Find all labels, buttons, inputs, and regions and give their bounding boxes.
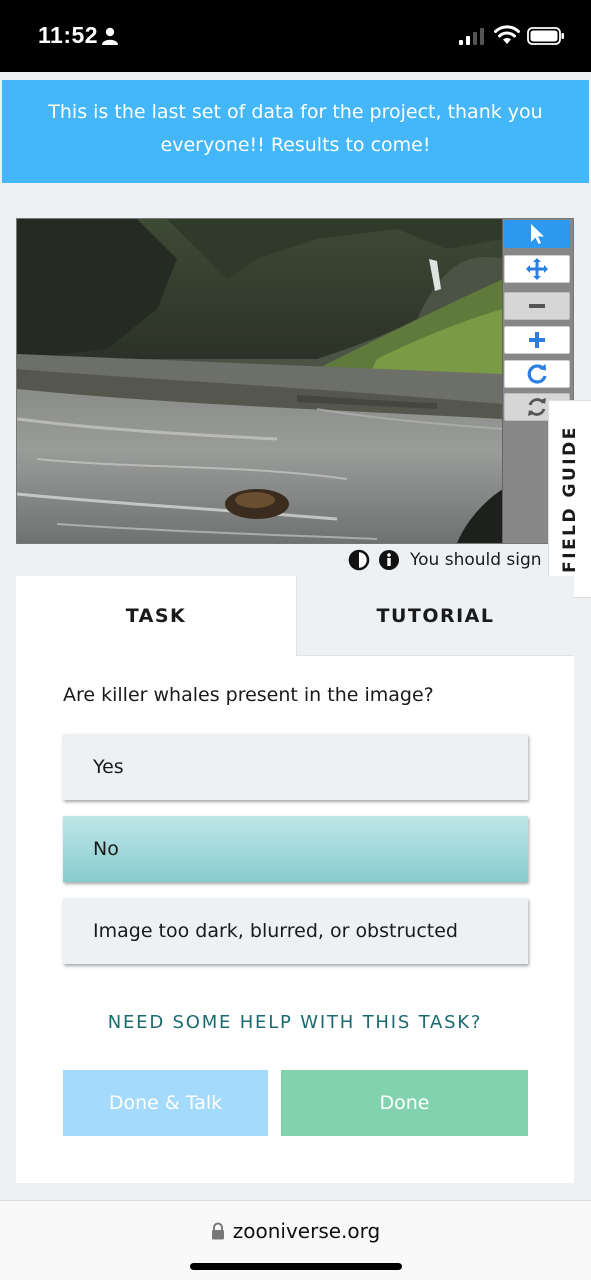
- tab-tutorial[interactable]: TUTORIAL: [296, 576, 574, 656]
- url-field[interactable]: zooniverse.org: [0, 1219, 591, 1243]
- tab-task[interactable]: TASK: [16, 576, 296, 656]
- browser-url-bar: zooniverse.org: [0, 1200, 591, 1280]
- wifi-icon: [494, 25, 520, 44]
- zoom-out-button[interactable]: [504, 292, 570, 320]
- sign-in-notice[interactable]: You should sign: [410, 550, 542, 570]
- task-question: Are killer whales present in the image?: [63, 684, 434, 706]
- zoom-in-button[interactable]: [504, 326, 570, 354]
- answer-obstructed-button[interactable]: Image too dark, blurred, or obstructed: [63, 898, 528, 964]
- url-text: zooniverse.org: [232, 1219, 381, 1243]
- answer-yes-button[interactable]: Yes: [63, 734, 528, 800]
- pointer-icon: [531, 224, 544, 244]
- field-guide-label: FIELD GUIDE: [560, 425, 581, 573]
- home-indicator[interactable]: [190, 1263, 402, 1270]
- pointer-tool-button[interactable]: [504, 220, 570, 248]
- reset-icon: [528, 398, 546, 416]
- image-viewer: [16, 218, 574, 544]
- zoom-in-icon: [529, 332, 545, 348]
- contrast-icon[interactable]: [348, 549, 370, 571]
- answer-no-button[interactable]: No: [63, 816, 528, 882]
- answer-label: No: [93, 838, 119, 860]
- field-guide-tab[interactable]: FIELD GUIDE: [548, 400, 591, 598]
- move-tool-button[interactable]: [504, 255, 570, 283]
- battery-icon: [527, 27, 564, 45]
- done-and-talk-button[interactable]: Done & Talk: [63, 1070, 268, 1136]
- person-icon: [102, 27, 118, 45]
- viewer-meta-row: You should sign: [348, 547, 542, 573]
- task-panel: TASK TUTORIAL Are killer whales present …: [16, 576, 574, 1183]
- info-icon[interactable]: [378, 549, 400, 571]
- announcement-banner: This is the last set of data for the pro…: [2, 80, 589, 183]
- answer-label: Yes: [93, 756, 124, 778]
- signal-icon: [459, 28, 484, 45]
- lock-icon: [211, 1222, 224, 1240]
- zoom-out-icon: [529, 304, 545, 308]
- answer-label: Image too dark, blurred, or obstructed: [93, 920, 458, 942]
- rotate-button[interactable]: [504, 360, 570, 388]
- rotate-icon: [527, 364, 547, 384]
- help-link[interactable]: NEED SOME HELP WITH THIS TASK?: [16, 1012, 574, 1033]
- done-button[interactable]: Done: [281, 1070, 528, 1136]
- subject-image[interactable]: [17, 219, 503, 543]
- move-icon: [526, 258, 548, 280]
- status-time: 11:52: [38, 22, 99, 48]
- status-bar: 11:52: [0, 0, 591, 72]
